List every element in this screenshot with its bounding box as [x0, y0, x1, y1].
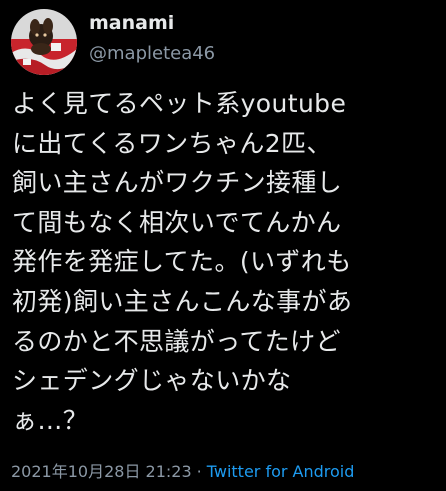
tweet-text-line: 発作を発症してた。(いずれも	[12, 247, 352, 277]
tweet-meta: 2021年10月28日 21:23 · Twitter for Android	[11, 458, 354, 482]
display-name[interactable]: manami	[89, 12, 174, 34]
profile-photo-avatar-icon	[11, 9, 77, 75]
timestamp[interactable]: 2021年10月28日 21:23	[11, 462, 192, 481]
tweet-text-line: 飼い主さんがワクチン接種し	[12, 168, 343, 198]
tweet-text-line: るのかと不思議がってたけど	[12, 326, 341, 356]
tweet-text: よく見てるペット系youtube に出てくるワンちゃん2匹、 飼い主さんがワクチ…	[12, 84, 442, 440]
meta-separator: ·	[196, 462, 202, 481]
avatar[interactable]	[11, 9, 77, 75]
tweet-text-line: よく見てるペット系youtube	[12, 89, 347, 118]
tweet-text-line: 初発)飼い主さんこんな事があ	[12, 286, 353, 316]
source-link[interactable]: Twitter for Android	[207, 462, 355, 481]
tweet-text-line: に出てくるワンちゃん2匹、	[12, 128, 332, 158]
tweet-text-line: ぁ…？	[12, 405, 89, 435]
tweet-text-line: て間もなく相次いでてんかん	[12, 207, 342, 237]
user-handle[interactable]: @mapletea46	[89, 43, 215, 64]
tweet-text-line: シェデングじゃないかな	[12, 366, 292, 396]
tweet-card: manami @mapletea46 よく見てるペット系youtube に出てく…	[0, 0, 446, 491]
